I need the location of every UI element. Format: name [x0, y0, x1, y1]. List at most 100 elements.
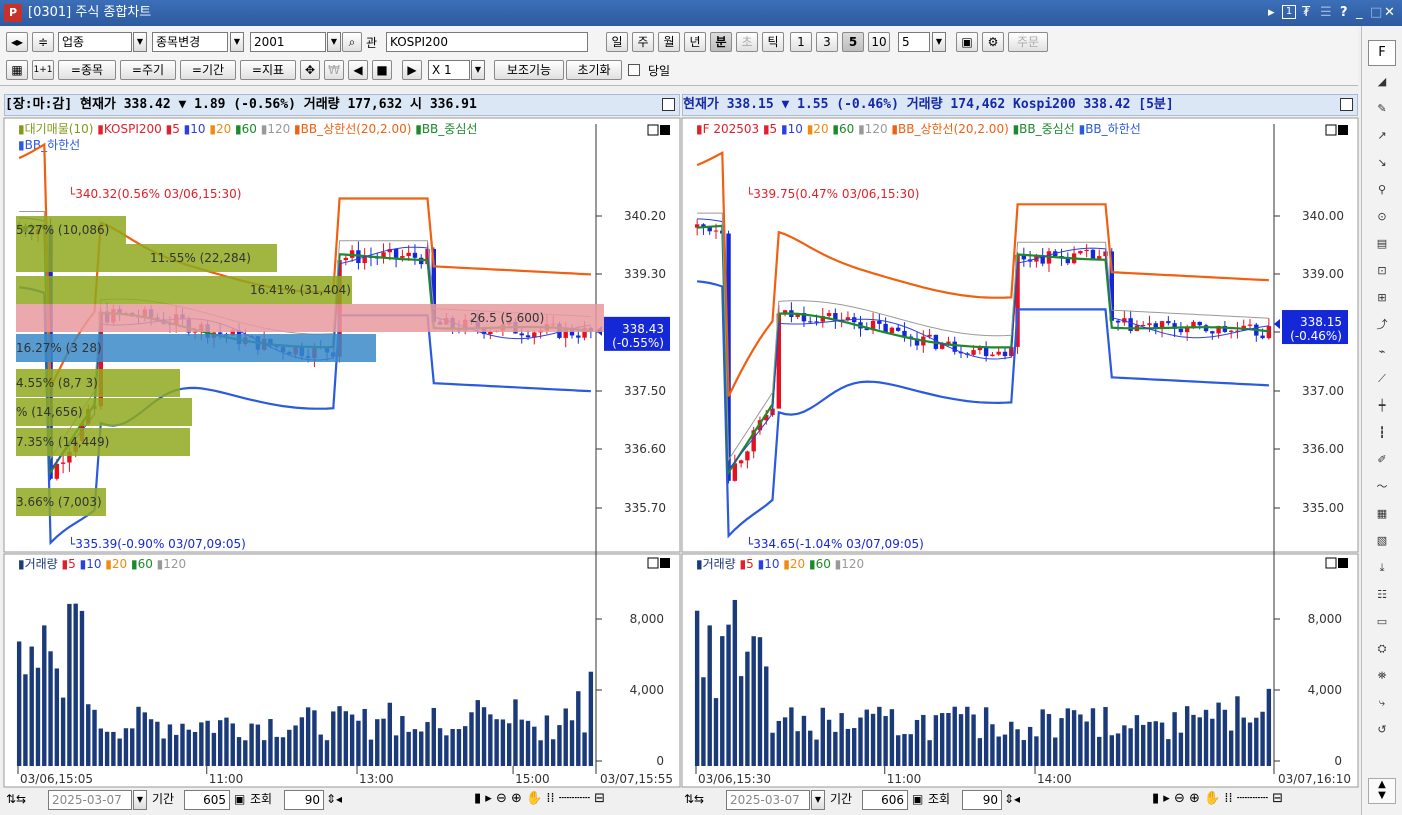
trade-icon[interactable]: ↘	[1372, 153, 1392, 173]
window-icon[interactable]: ▭	[1372, 612, 1392, 632]
auto-icon[interactable]: ⌁	[1372, 342, 1392, 362]
code-input[interactable]: 2001	[250, 32, 326, 52]
right-scroll-controls-icon[interactable]: ▮ ▸ ⊖ ⊕ ✋ ⁞⁞ ┄┄┄┄ ⊟	[1152, 789, 1283, 809]
interval-input[interactable]: 5	[898, 32, 930, 52]
grid-icon[interactable]: ☷	[1372, 585, 1392, 605]
minimize-icon[interactable]: _	[1356, 5, 1363, 21]
tools-icon[interactable]: ✎	[1372, 99, 1392, 119]
menu-icon[interactable]: ☰	[1320, 5, 1332, 21]
save-icon[interactable]: ▣	[956, 32, 978, 52]
left-date-dropdown-icon[interactable]: ▼	[133, 790, 147, 810]
export-icon[interactable]: ⤷	[1372, 693, 1392, 713]
period-1-button[interactable]: 주	[632, 32, 654, 52]
multiply-dropdown-icon[interactable]: ▼	[471, 60, 485, 80]
settings-icon[interactable]: ⚙	[982, 32, 1004, 52]
right-date-dropdown-icon[interactable]: ▼	[811, 790, 825, 810]
right-volume-bar	[852, 728, 857, 766]
right-zoom-stepper-icon[interactable]: ⇕◂	[1004, 789, 1020, 809]
interval-dropdown-icon[interactable]: ▼	[932, 32, 946, 52]
wave-icon[interactable]: 〜	[1372, 477, 1392, 497]
right-query-button[interactable]: 조회	[928, 789, 950, 809]
left-period-input[interactable]: 605	[184, 790, 230, 810]
cycle-button[interactable]: =주기	[120, 60, 176, 80]
left-zoom-input[interactable]: 90	[284, 790, 324, 810]
right-query-icon[interactable]: ▣	[912, 789, 923, 809]
industry-select[interactable]: 업종	[58, 32, 132, 52]
aux-function-button[interactable]: 보조기능	[494, 60, 564, 80]
multiply-input[interactable]: X 1	[428, 60, 470, 80]
industry-dropdown-icon[interactable]: ▼	[133, 32, 147, 52]
chart-canvas[interactable]: ▮대기매물(10) ▮KOSPI200 ▮5 ▮10 ▮20 ▮60 ▮120 …	[0, 116, 1360, 789]
today-checkbox[interactable]	[628, 64, 640, 76]
interval-5-button[interactable]: 5	[842, 32, 864, 52]
right-date-input[interactable]: 2025-03-07	[726, 790, 810, 810]
period-button[interactable]: =기간	[180, 60, 236, 80]
code-dropdown-icon[interactable]: ▼	[327, 32, 341, 52]
order-button[interactable]: 주문	[1008, 32, 1048, 52]
order2-icon[interactable]: ⛯	[1372, 666, 1392, 686]
sidebar-scroll-icon[interactable]: ▲ ▼	[1368, 778, 1396, 804]
scale-icon[interactable]: ₩	[324, 60, 344, 80]
help-icon[interactable]: ?	[1340, 5, 1348, 21]
left-query-icon[interactable]: ▣	[234, 789, 245, 809]
prev-icon[interactable]: ◀	[348, 60, 368, 80]
down-icon[interactable]: ⤓	[1372, 558, 1392, 578]
right-zoom-input[interactable]: 90	[962, 790, 1002, 810]
nav-arrows-button[interactable]: ◂▸	[6, 32, 28, 52]
right-chart-mode-icon[interactable]: ⇅⇆	[684, 789, 704, 809]
left-zoom-stepper-icon[interactable]: ⇕◂	[326, 789, 342, 809]
close-icon[interactable]: ✕	[1384, 5, 1395, 21]
arrow-icon[interactable]: ▸	[1268, 5, 1275, 21]
period-6-button[interactable]: 틱	[762, 32, 784, 52]
zoom-icon[interactable]: ⊡	[1372, 261, 1392, 281]
trend-icon[interactable]: ⤴	[1372, 315, 1392, 335]
one-plus-one-button[interactable]: 1+1	[32, 60, 54, 80]
left-volume-bar	[136, 706, 141, 766]
interval-1-button[interactable]: 1	[790, 32, 812, 52]
right-period-input[interactable]: 606	[862, 790, 908, 810]
indicator-button[interactable]: =지표	[240, 60, 296, 80]
candle-icon[interactable]: ┿	[1372, 396, 1392, 416]
line-icon[interactable]: ⟋	[1372, 369, 1392, 389]
grid-icon[interactable]: ▦	[6, 60, 28, 80]
left-scroll-controls-icon[interactable]: ▮ ▸ ⊖ ⊕ ✋ ⁞⁞ ┄┄┄┄ ⊟	[474, 789, 605, 809]
period-0-button[interactable]: 일	[606, 32, 628, 52]
name-input[interactable]: KOSPI200	[386, 32, 588, 52]
sidebar-f-button[interactable]: F	[1368, 40, 1396, 66]
zoom2-icon[interactable]: ⊞	[1372, 288, 1392, 308]
page-number-icon[interactable]: 1	[1282, 5, 1296, 19]
move-icon[interactable]: ✥	[300, 60, 320, 80]
change-stock-select[interactable]: 종목변경	[152, 32, 228, 52]
left-query-button[interactable]: 조회	[250, 789, 272, 809]
maximize-icon[interactable]: □	[1370, 5, 1382, 21]
period-4-button[interactable]: 분	[710, 32, 732, 52]
period-2-button[interactable]: 월	[658, 32, 680, 52]
box-icon[interactable]: ▦	[1372, 504, 1392, 524]
updown-button[interactable]: ≑	[32, 32, 54, 52]
list-icon[interactable]: ▤	[1372, 234, 1392, 254]
chart-icon[interactable]: ◢	[1372, 72, 1392, 92]
pin-icon[interactable]: ₮	[1302, 5, 1310, 21]
left-chart-mode-icon[interactable]: ⇅⇆	[6, 789, 26, 809]
period-3-button[interactable]: 년	[684, 32, 706, 52]
bar-icon[interactable]: ┇	[1372, 423, 1392, 443]
next-icon[interactable]: ▶	[402, 60, 422, 80]
stop-icon[interactable]: ■	[372, 60, 392, 80]
left-date-input[interactable]: 2025-03-07	[48, 790, 132, 810]
draw-icon[interactable]: ✐	[1372, 450, 1392, 470]
search-icon[interactable]: ⊙	[1372, 207, 1392, 227]
search-icon[interactable]: ⌕	[342, 32, 362, 52]
right-max-icon[interactable]	[1340, 98, 1353, 111]
order-icon[interactable]: ⛭	[1372, 639, 1392, 659]
reset-button[interactable]: 초기화	[566, 60, 622, 80]
change-dropdown-icon[interactable]: ▼	[230, 32, 244, 52]
price-icon[interactable]: ↗	[1372, 126, 1392, 146]
indicator-icon[interactable]: ⚲	[1372, 180, 1392, 200]
stock-button[interactable]: =종목	[58, 60, 116, 80]
refresh-icon[interactable]: ↺	[1372, 720, 1392, 740]
interval-3-button[interactable]: 3	[816, 32, 838, 52]
interval-10-button[interactable]: 10	[868, 32, 890, 52]
left-max-icon[interactable]	[662, 98, 675, 111]
box2-icon[interactable]: ▧	[1372, 531, 1392, 551]
period-5-button[interactable]: 초	[736, 32, 758, 52]
